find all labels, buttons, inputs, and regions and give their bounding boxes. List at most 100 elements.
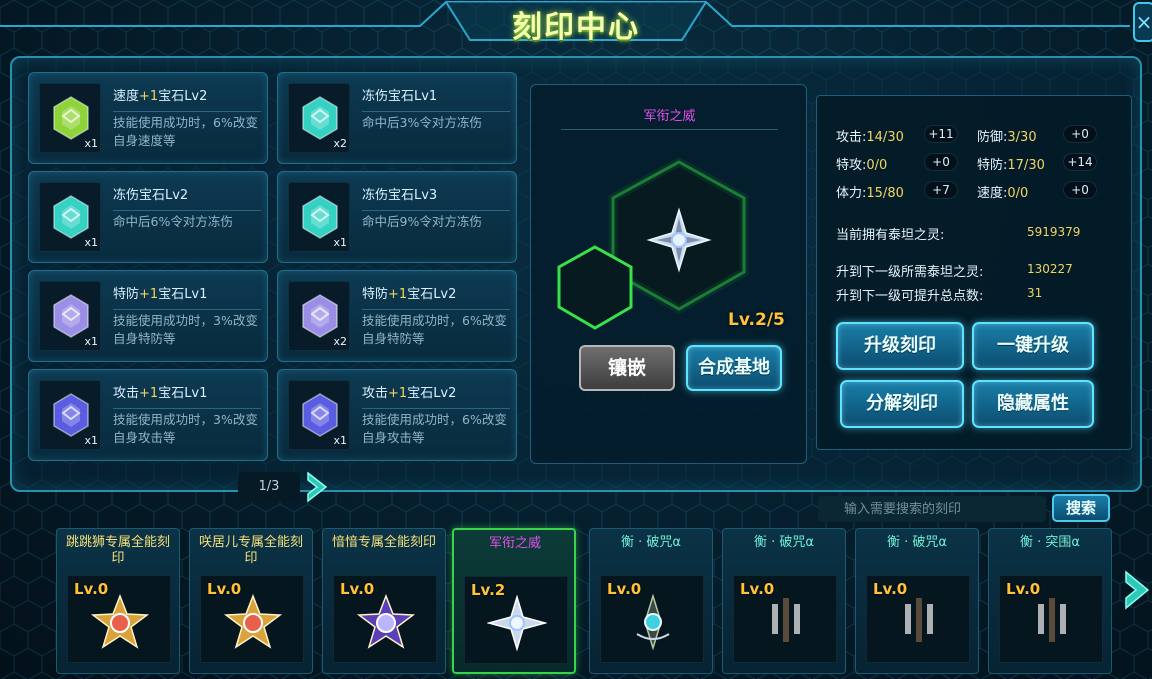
item-name: 攻击+1宝石Lv1 [113,382,207,401]
item-icon-box: x1 [288,380,350,450]
collection-card-icon-box: Lv.0 [67,575,171,663]
titan-spirit-value: 5919379 [1027,225,1081,239]
item-description: 技能使用成功时，3%改变自身特防等 [113,309,261,348]
item-count: x1 [84,335,98,348]
inlay-button[interactable]: 镶嵌 [579,345,675,391]
item-name-base: 攻击 [113,386,140,401]
item-description: 技能使用成功时，6%改变自身速度等 [113,111,261,150]
item-name-rest: 宝石Lv2 [407,287,457,302]
stat-label: 特攻: [836,158,867,173]
hidden-attributes-button[interactable]: 隐藏属性 [972,380,1094,428]
item-name-base: 冻伤宝石Lv2 [113,188,189,203]
item-count: x1 [84,137,98,150]
one-click-upgrade-button[interactable]: 一键升级 [972,322,1094,370]
engraving-collection-card[interactable]: 愔愔专属全能刻印 Lv.0 [322,528,446,674]
engraving-collection-card[interactable]: 跳跳狮专属全能刻印 Lv.0 [56,528,180,674]
upgrade-points-value: 31 [1027,286,1043,300]
item-name-base: 冻伤宝石Lv3 [362,188,438,203]
upgrade-cost-label: 升到下一级所需泰坦之灵: [836,265,984,280]
item-name-base: 攻击 [362,386,389,401]
collection-card-icon-box: Lv.0 [866,575,970,663]
item-icon-box: x1 [39,182,101,252]
stat-value: 17/30 [1007,158,1045,173]
item-description: 技能使用成功时，3%改变自身攻击等 [113,408,261,447]
stat-attack-bonus: +11 [924,125,958,143]
item-name-rest: 宝石Lv2 [407,386,457,401]
item-name: 特防+1宝石Lv2 [362,283,456,302]
titan-spirit-label: 当前拥有泰坦之灵: [836,228,945,243]
collection-card-name: 衡 · 破咒α [887,535,947,550]
collection-card-icon-box: Lv.0 [333,575,437,663]
stat-speed: 速度:0/0 [977,182,1028,201]
collection-card-name: 愔愔专属全能刻印 [331,535,436,550]
stat-sp-attack: 特攻:0/0 [836,154,887,173]
stat-sp-defense: 特防:17/30 [977,154,1045,173]
item-description: 命中后9%令对方冻伤 [362,210,510,231]
inventory-item[interactable]: x1 特防+1宝石Lv1 技能使用成功时，3%改变自身特防等 [28,270,268,362]
item-name: 冻伤宝石Lv1 [362,85,437,104]
scroll-right-arrow-icon[interactable] [1122,570,1152,610]
divider [561,129,778,130]
stat-value: 0/0 [1007,186,1029,201]
item-name-rest: 宝石Lv1 [158,287,208,302]
stat-speed-bonus: +0 [1063,181,1097,199]
engraving-collection-card[interactable]: 衡 · 破咒α Lv.0 [855,528,979,674]
stat-sp-attack-bonus: +0 [924,153,958,171]
upgrade-engraving-button[interactable]: 升级刻印 [836,322,964,370]
item-icon-box: x1 [39,380,101,450]
item-name: 速度+1宝石Lv2 [113,85,207,104]
item-name-plus: +1 [139,287,159,302]
stat-sp-defense-bonus: +14 [1063,153,1097,171]
stat-stamina-bonus: +7 [924,181,958,199]
collection-card-icon-box: Lv.0 [733,575,837,663]
item-description: 命中后3%令对方冻伤 [362,111,510,132]
inventory-item[interactable]: x1 攻击+1宝石Lv2 技能使用成功时，6%改变自身攻击等 [277,369,517,461]
inventory-item[interactable]: x2 冻伤宝石Lv1 命中后3%令对方冻伤 [277,72,517,164]
stat-value: 15/80 [866,186,904,201]
upgrade-cost-value: 130227 [1027,262,1073,276]
inventory-item[interactable]: x1 冻伤宝石Lv3 命中后9%令对方冻伤 [277,171,517,263]
engraving-collection-card[interactable]: 衡 · 破咒α Lv.0 [722,528,846,674]
item-count: x1 [333,236,347,249]
collection-card-icon-box: Lv.0 [200,575,304,663]
collection-card-name: 衡 · 破咒α [754,535,814,550]
item-name-plus: +1 [139,386,159,401]
stat-stamina: 体力:15/80 [836,182,904,201]
collection-card-name: 衡 · 破咒α [621,535,681,550]
engraving-collection-card[interactable]: 咲居儿专属全能刻印 Lv.0 [189,528,313,674]
item-name-rest: 宝石Lv2 [158,89,208,104]
item-name: 攻击+1宝石Lv2 [362,382,456,401]
stat-value: 14/30 [866,130,904,145]
collection-card-name: 跳跳狮专属全能刻印 [65,535,170,566]
item-name-plus: +1 [388,287,408,302]
close-icon: × [1135,10,1152,34]
item-name-base: 速度 [113,89,140,104]
item-name-plus: +1 [139,89,159,104]
collection-card-icon-box: Lv.0 [600,575,704,663]
inventory-item[interactable]: x2 特防+1宝石Lv2 技能使用成功时，6%改变自身特防等 [277,270,517,362]
close-button[interactable]: × [1133,2,1152,42]
item-count: x2 [333,137,347,150]
item-icon-box: x1 [39,83,101,153]
next-page-arrow-icon[interactable] [300,470,334,504]
collection-card-name: 咲居儿专属全能刻印 [198,535,303,566]
synthesis-base-button[interactable]: 合成基地 [686,345,782,391]
stat-defense: 防御:3/30 [977,126,1037,145]
item-name: 冻伤宝石Lv2 [113,184,188,203]
inventory-item[interactable]: x1 冻伤宝石Lv2 命中后6%令对方冻伤 [28,171,268,263]
inventory-item[interactable]: x1 攻击+1宝石Lv1 技能使用成功时，3%改变自身攻击等 [28,369,268,461]
stat-label: 特防: [977,158,1008,173]
item-name: 冻伤宝石Lv3 [362,184,437,203]
decompose-engraving-button[interactable]: 分解刻印 [840,380,964,428]
engraving-search-input[interactable] [818,496,1046,522]
stat-value: 3/30 [1007,130,1037,145]
engraving-collection-card[interactable]: 衡 · 突围α Lv.0 [988,528,1112,674]
stat-label: 防御: [977,130,1008,145]
engraving-name: 军衔之威 [643,109,696,124]
engraving-collection-card[interactable]: 衡 · 破咒α Lv.0 [589,528,713,674]
inventory-item[interactable]: x1 速度+1宝石Lv2 技能使用成功时，6%改变自身速度等 [28,72,268,164]
search-button[interactable]: 搜索 [1052,494,1110,522]
item-name-base: 冻伤宝石Lv1 [362,89,438,104]
engraving-collection-card[interactable]: 军衔之威 Lv.2 [452,528,576,674]
stat-label: 攻击: [836,130,867,145]
